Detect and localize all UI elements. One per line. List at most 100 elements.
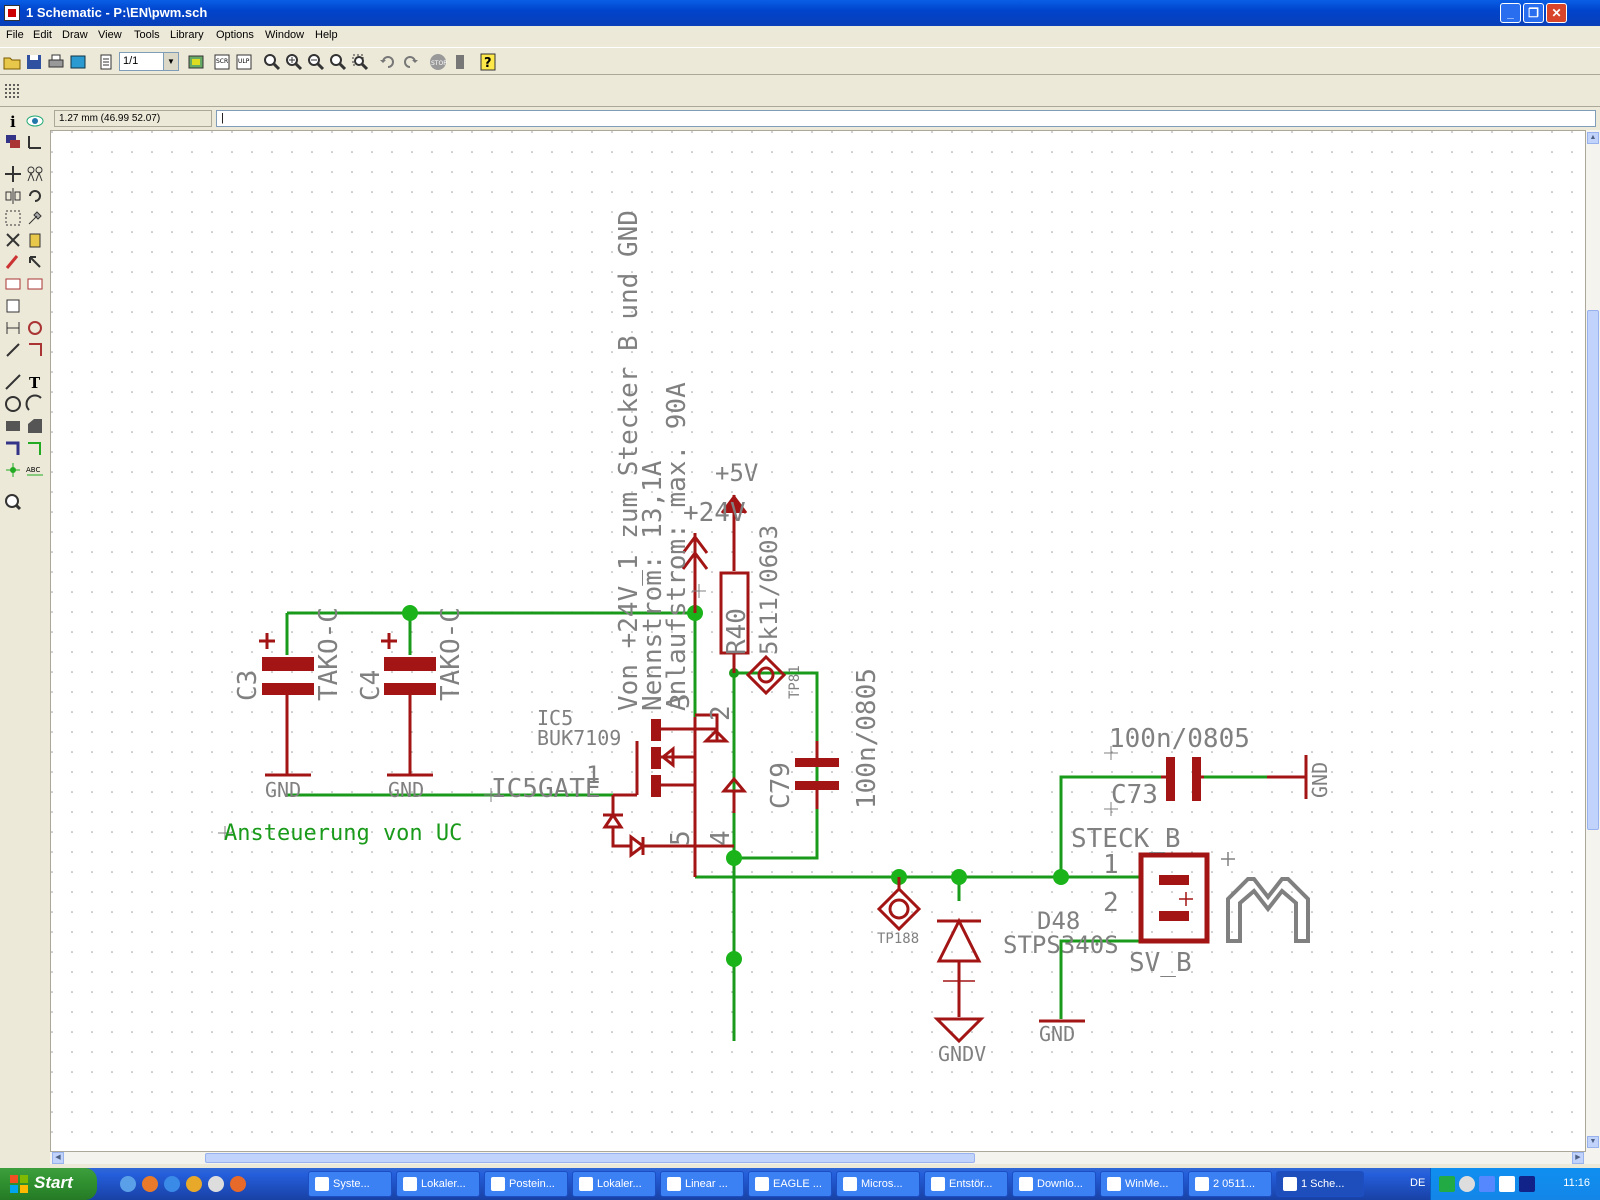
- tray-volume-icon[interactable]: [1499, 1176, 1515, 1192]
- tp188-label[interactable]: TP188: [877, 931, 919, 947]
- cut-icon[interactable]: [3, 230, 23, 250]
- d48-value[interactable]: STPS340S: [1003, 931, 1119, 959]
- paste-icon[interactable]: [25, 230, 45, 250]
- schematic-canvas[interactable]: Von +24V_1 zum Stecker B und GND Nennstr…: [50, 130, 1586, 1152]
- tray-security-icon[interactable]: [1519, 1176, 1535, 1192]
- pinswap-icon[interactable]: [3, 274, 23, 294]
- menu-help[interactable]: Help: [315, 29, 338, 41]
- vertical-scroll-thumb[interactable]: [1587, 310, 1599, 830]
- sv-pin2[interactable]: 2: [1103, 888, 1119, 918]
- script-icon[interactable]: SCR: [212, 52, 232, 72]
- ic5-gate-label[interactable]: IC5GATE: [491, 774, 601, 804]
- c79-value[interactable]: 100n/0805: [852, 668, 882, 809]
- menu-tools[interactable]: Tools: [134, 29, 160, 41]
- miter-icon[interactable]: [25, 340, 45, 360]
- board-switch-icon[interactable]: [186, 52, 206, 72]
- text-icon[interactable]: T: [25, 372, 45, 392]
- bus-icon[interactable]: [3, 438, 23, 458]
- minimize-button[interactable]: _: [1500, 3, 1521, 23]
- label-icon[interactable]: ABC: [25, 460, 45, 480]
- c73-name[interactable]: C73: [1111, 780, 1158, 810]
- tray-vnc-icon[interactable]: [1439, 1176, 1455, 1192]
- zoom-select-icon[interactable]: [350, 52, 370, 72]
- delete-icon[interactable]: [3, 252, 23, 272]
- quicklaunch-outlook-icon[interactable]: [186, 1176, 202, 1192]
- c3-value[interactable]: TAKO-C: [314, 607, 344, 701]
- start-button[interactable]: Start: [0, 1168, 97, 1200]
- junction-icon[interactable]: [3, 460, 23, 480]
- go-icon[interactable]: [450, 52, 470, 72]
- task-schematic[interactable]: 1 Sche...: [1276, 1171, 1364, 1197]
- command-line-input[interactable]: |: [216, 110, 1596, 127]
- value-icon[interactable]: [25, 318, 45, 338]
- task-excel[interactable]: 2 0511...: [1188, 1171, 1272, 1197]
- move-icon[interactable]: [3, 164, 23, 184]
- redraw-icon[interactable]: [328, 52, 348, 72]
- sheet-select[interactable]: 1/1 ▼: [119, 52, 179, 71]
- gnd-c73[interactable]: GND: [1308, 762, 1332, 798]
- quicklaunch-ie-icon[interactable]: [120, 1176, 136, 1192]
- sv-pin1[interactable]: 1: [1103, 850, 1119, 880]
- note-anlaufstrom[interactable]: Anlaufstrom: max. 90A: [662, 382, 692, 711]
- task-posteingang[interactable]: Postein...: [484, 1171, 568, 1197]
- copy-icon[interactable]: [25, 164, 45, 184]
- c79-name[interactable]: C79: [766, 762, 796, 809]
- ulp-icon[interactable]: ULP: [234, 52, 254, 72]
- quicklaunch-firefox-icon[interactable]: [142, 1176, 158, 1192]
- r40-value[interactable]: 5k11/0603: [755, 525, 783, 655]
- task-entstoer[interactable]: Entstör...: [924, 1171, 1008, 1197]
- menu-window[interactable]: Window: [265, 29, 304, 41]
- net-icon[interactable]: [25, 438, 45, 458]
- redo-icon[interactable]: [400, 52, 420, 72]
- smash-icon[interactable]: [3, 340, 23, 360]
- menu-library[interactable]: Library: [170, 29, 204, 41]
- quicklaunch-media-icon[interactable]: [208, 1176, 224, 1192]
- chevron-down-icon[interactable]: ▼: [163, 53, 178, 70]
- scroll-down-icon[interactable]: ▼: [1587, 1136, 1599, 1148]
- rotate-icon[interactable]: [25, 186, 45, 206]
- gateswap-icon[interactable]: [3, 296, 23, 316]
- undo-icon[interactable]: [378, 52, 398, 72]
- print-icon[interactable]: [46, 52, 66, 72]
- junction-c79-bottom[interactable]: [726, 850, 742, 866]
- close-button[interactable]: ✕: [1546, 3, 1567, 23]
- scroll-right-icon[interactable]: ▶: [1572, 1152, 1584, 1164]
- mark-icon[interactable]: [25, 132, 45, 152]
- net-label-uc[interactable]: Ansteuerung von UC: [224, 821, 462, 846]
- language-indicator[interactable]: DE: [1410, 1177, 1425, 1189]
- help-icon[interactable]: ?: [478, 52, 498, 72]
- steck-b-label[interactable]: STECK_B: [1071, 824, 1181, 854]
- add-icon[interactable]: [25, 252, 45, 272]
- zoom-fit-icon[interactable]: [262, 52, 282, 72]
- ic5-pin5[interactable]: 5: [666, 830, 696, 846]
- name-icon[interactable]: [3, 318, 23, 338]
- restore-button[interactable]: ❐: [1523, 3, 1544, 23]
- gnd-c3[interactable]: GND: [265, 778, 301, 802]
- tray-network-icon[interactable]: [1479, 1176, 1495, 1192]
- wire-icon[interactable]: [3, 372, 23, 392]
- menu-draw[interactable]: Draw: [62, 29, 88, 41]
- scroll-up-icon[interactable]: ▲: [1587, 132, 1599, 144]
- c73-value[interactable]: 100n/0805: [1109, 724, 1250, 754]
- junction-steck-b[interactable]: [1053, 869, 1069, 885]
- ic5-pin1[interactable]: 1: [586, 761, 600, 789]
- task-linear[interactable]: Linear ...: [660, 1171, 744, 1197]
- horizontal-scroll-thumb[interactable]: [205, 1153, 975, 1163]
- task-winmerge[interactable]: WinMe...: [1100, 1171, 1184, 1197]
- menu-view[interactable]: View: [98, 29, 122, 41]
- task-system[interactable]: Syste...: [308, 1171, 392, 1197]
- replace-icon[interactable]: [25, 274, 45, 294]
- ic5-pin4[interactable]: 4: [706, 830, 736, 846]
- label-5v[interactable]: +5V: [715, 459, 758, 487]
- task-microsoft[interactable]: Micros...: [836, 1171, 920, 1197]
- c4-name[interactable]: C4: [356, 670, 386, 701]
- open-icon[interactable]: [2, 52, 22, 72]
- mirror-icon[interactable]: [3, 186, 23, 206]
- ic5-pin2[interactable]: 2: [706, 705, 736, 721]
- c3-name[interactable]: C3: [233, 670, 263, 701]
- junction-c4[interactable]: [402, 605, 418, 621]
- scroll-left-icon[interactable]: ◀: [52, 1152, 64, 1164]
- gndv-label[interactable]: GNDV: [938, 1042, 986, 1066]
- arc-icon[interactable]: [25, 394, 45, 414]
- quicklaunch-explorer-icon[interactable]: [164, 1176, 180, 1192]
